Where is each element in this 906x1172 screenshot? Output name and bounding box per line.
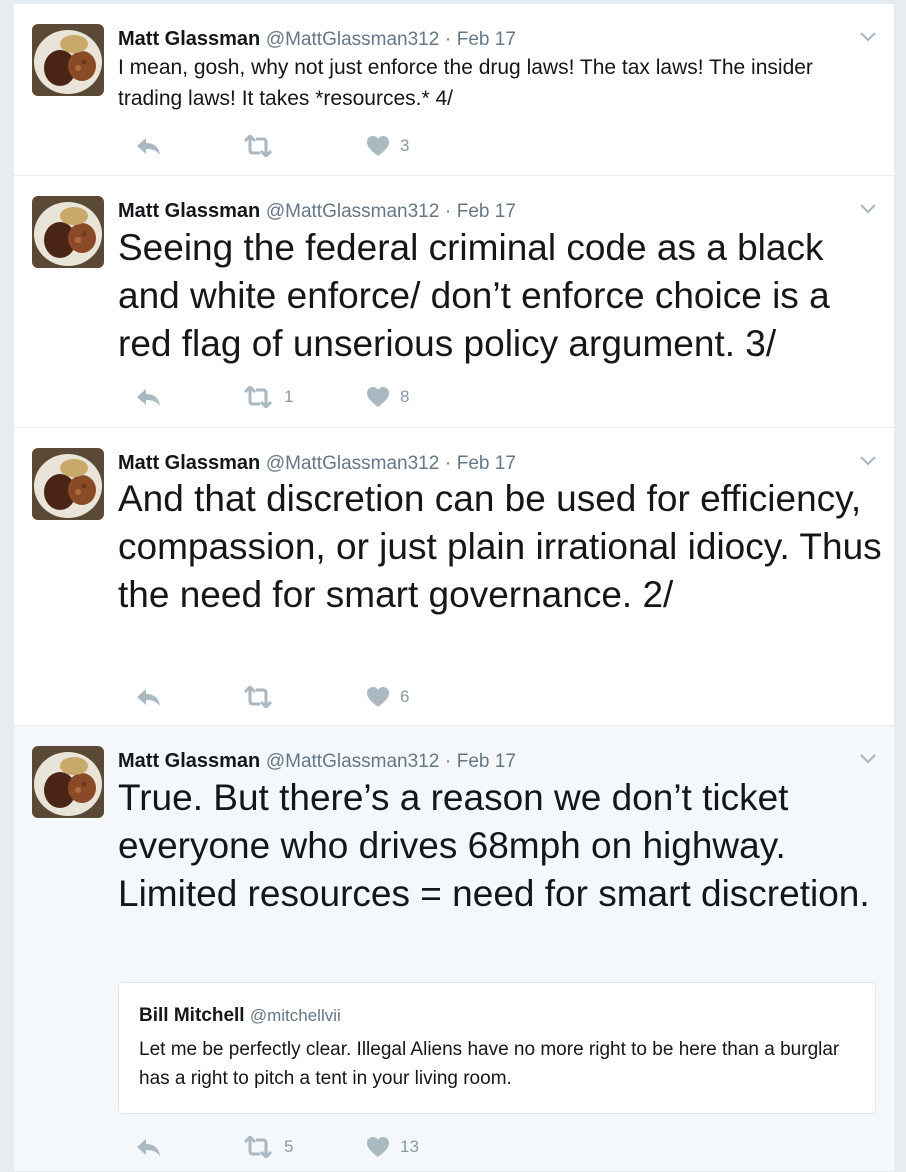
like-count: 3	[400, 136, 410, 155]
tweet-header: Matt Glassman @MattGlassman312 · Feb 17	[118, 198, 516, 225]
separator: ·	[444, 29, 452, 50]
quoted-tweet[interactable]: Bill Mitchell @mitchellvii Let me be per…	[118, 982, 876, 1114]
heart-icon	[367, 687, 389, 707]
quoted-tweet-header: Bill Mitchell @mitchellvii	[139, 1005, 341, 1027]
reply-button[interactable]	[134, 1134, 162, 1160]
tweet-text: True. But there’s a reason we don’t tick…	[118, 777, 870, 914]
heart-icon	[367, 387, 389, 407]
retweet-icon	[243, 135, 273, 157]
retweet-count: 5	[284, 1137, 294, 1156]
retweet-icon	[243, 386, 273, 408]
heart-icon	[367, 136, 389, 156]
reply-icon	[137, 138, 160, 155]
tweet-date[interactable]: Feb 17	[457, 201, 516, 222]
like-count: 8	[400, 387, 410, 406]
tweet-text: And that discretion can be used for effi…	[118, 478, 882, 615]
tweet-text: Seeing the federal criminal code as a bl…	[118, 227, 830, 364]
quoted-tweet-text: Let me be perfectly clear. Illegal Alien…	[139, 1039, 840, 1089]
avatar[interactable]	[32, 24, 104, 96]
tweet[interactable]: Matt Glassman @MattGlassman312 · Feb 17 …	[14, 176, 894, 428]
reply-button[interactable]	[134, 684, 162, 710]
author-handle[interactable]: @MattGlassman312	[266, 201, 439, 222]
separator: ·	[444, 453, 452, 474]
retweet-count: 1	[284, 387, 294, 406]
author-name[interactable]: Matt Glassman	[118, 28, 260, 50]
like-button[interactable]: 6	[366, 684, 409, 710]
avatar[interactable]	[32, 196, 104, 268]
tweet-date[interactable]: Feb 17	[457, 453, 516, 474]
separator: ·	[444, 751, 452, 772]
retweet-icon	[243, 686, 273, 708]
retweet-button[interactable]	[242, 133, 284, 159]
reply-icon	[137, 1139, 160, 1156]
like-button[interactable]: 13	[366, 1134, 419, 1160]
author-handle[interactable]: @MattGlassman312	[266, 29, 439, 50]
avatar[interactable]	[32, 746, 104, 818]
tweet-date[interactable]: Feb 17	[457, 751, 516, 772]
retweet-icon	[243, 1136, 273, 1158]
tweet-header: Matt Glassman @MattGlassman312 · Feb 17	[118, 450, 516, 477]
heart-icon	[367, 1137, 389, 1157]
author-name[interactable]: Matt Glassman	[118, 452, 260, 474]
quoted-author-name: Bill Mitchell	[139, 1005, 245, 1026]
tweet[interactable]: Matt Glassman @MattGlassman312 · Feb 17 …	[14, 726, 894, 1172]
author-handle[interactable]: @MattGlassman312	[266, 751, 439, 772]
tweet-date[interactable]: Feb 17	[457, 29, 516, 50]
tweet[interactable]: Matt Glassman @MattGlassman312 · Feb 17 …	[14, 4, 894, 176]
reply-button[interactable]	[134, 133, 162, 159]
author-name[interactable]: Matt Glassman	[118, 200, 260, 222]
reply-icon	[137, 389, 160, 406]
retweet-button[interactable]	[242, 684, 284, 710]
chevron-down-icon[interactable]	[858, 454, 878, 468]
reply-icon	[137, 689, 160, 706]
retweet-button[interactable]: 5	[242, 1134, 293, 1160]
chevron-down-icon[interactable]	[858, 202, 878, 216]
tweet-header: Matt Glassman @MattGlassman312 · Feb 17	[118, 748, 516, 775]
separator: ·	[444, 201, 452, 222]
chevron-down-icon[interactable]	[858, 30, 878, 44]
tweet-header: Matt Glassman @MattGlassman312 · Feb 17	[118, 26, 516, 53]
like-button[interactable]: 3	[366, 133, 409, 159]
like-count: 13	[400, 1137, 419, 1156]
author-handle[interactable]: @MattGlassman312	[266, 453, 439, 474]
tweet[interactable]: Matt Glassman @MattGlassman312 · Feb 17 …	[14, 428, 894, 726]
avatar[interactable]	[32, 448, 104, 520]
quoted-author-handle: @mitchellvii	[249, 1006, 341, 1025]
like-button[interactable]: 8	[366, 384, 409, 410]
tweet-timeline: Matt Glassman @MattGlassman312 · Feb 17 …	[14, 0, 894, 1172]
like-count: 6	[400, 687, 410, 706]
reply-button[interactable]	[134, 384, 162, 410]
author-name[interactable]: Matt Glassman	[118, 750, 260, 772]
tweet-text: I mean, gosh, why not just enforce the d…	[118, 56, 813, 110]
chevron-down-icon[interactable]	[858, 752, 878, 766]
retweet-button[interactable]: 1	[242, 384, 293, 410]
